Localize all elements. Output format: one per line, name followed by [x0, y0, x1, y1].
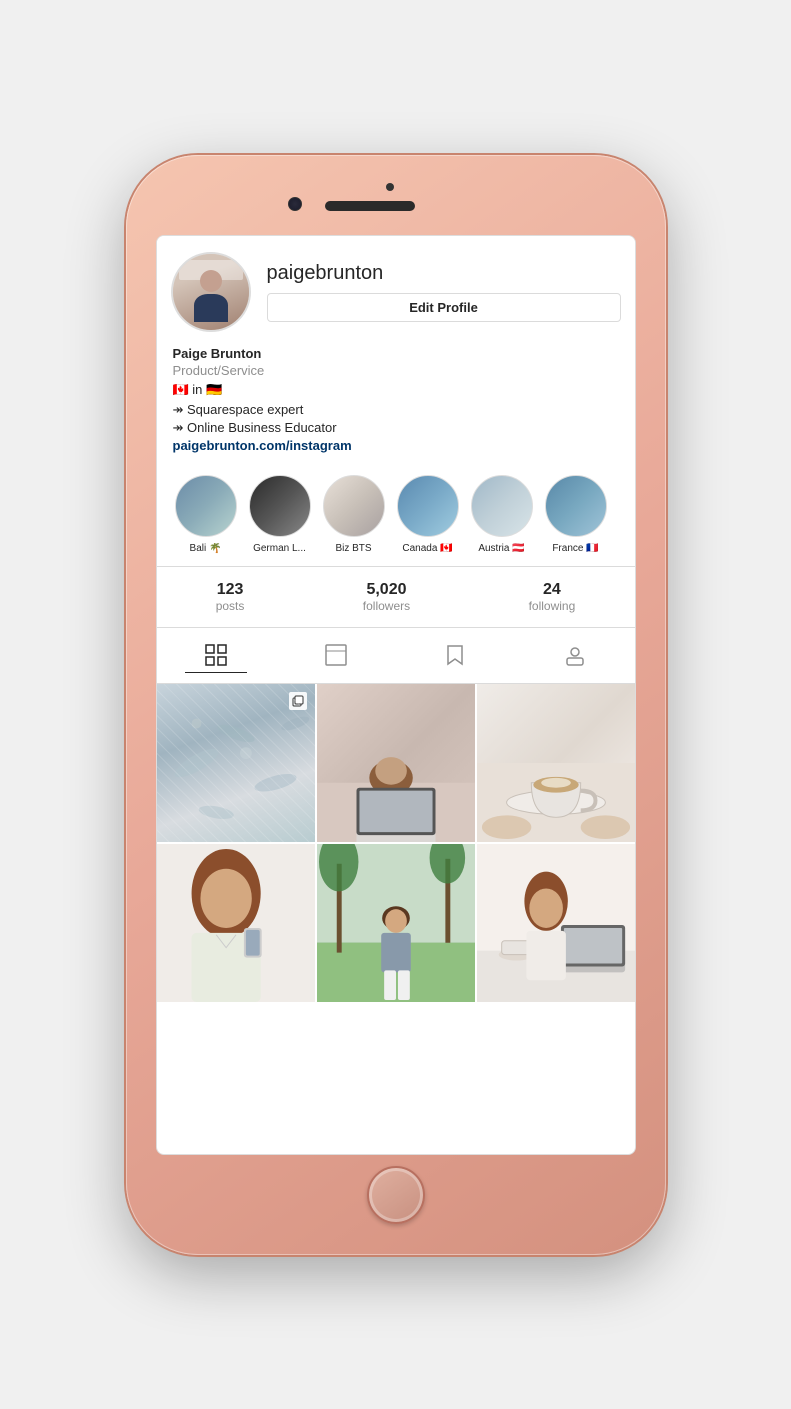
earpiece-speaker — [325, 201, 415, 211]
profile-section: paigebrunton Edit Profile Paige Brunton … — [157, 236, 635, 566]
highlight-label-bali: Bali 🌴 — [190, 543, 222, 554]
highlight-bali[interactable]: Bali 🌴 — [175, 475, 237, 554]
following-label: following — [529, 599, 576, 613]
tab-feed[interactable] — [305, 638, 367, 672]
photo-1-decoration — [157, 684, 315, 842]
highlight-austria[interactable]: Austria 🇦🇹 — [471, 475, 533, 554]
avatar[interactable] — [171, 252, 251, 332]
edit-profile-button[interactable]: Edit Profile — [267, 293, 621, 322]
home-button[interactable] — [367, 1166, 425, 1224]
highlight-german[interactable]: German L... — [249, 475, 311, 554]
stat-posts: 123 posts — [216, 581, 245, 613]
photo-6-scene — [477, 844, 635, 1002]
phone-wrapper: paigebrunton Edit Profile Paige Brunton … — [0, 0, 791, 1409]
highlight-circle-austria — [471, 475, 533, 537]
curved-arrow-decoration — [631, 316, 635, 386]
grid-icon — [205, 644, 227, 666]
bio-full-name: Paige Brunton — [173, 346, 619, 361]
avatar-head — [200, 270, 222, 292]
multi-photo-icon — [289, 692, 307, 710]
followers-count: 5,020 — [366, 581, 406, 599]
highlights-row: Bali 🌴 German L... Biz BTS Canada — [171, 467, 621, 566]
following-count: 24 — [543, 581, 561, 599]
stats-row: 123 posts 5,020 followers 24 following — [157, 566, 635, 628]
photo-4-scene — [157, 844, 315, 1002]
grid-photo-6[interactable] — [477, 844, 635, 1002]
stat-following[interactable]: 24 following — [529, 581, 576, 613]
username-block: paigebrunton Edit Profile — [267, 262, 621, 322]
avatar-person-silhouette — [194, 270, 228, 322]
highlight-biz[interactable]: Biz BTS — [323, 475, 385, 554]
tab-saved[interactable] — [424, 638, 486, 672]
content-tab-bar — [157, 628, 635, 684]
grid-photo-3[interactable] — [477, 684, 635, 842]
bio-line-2: ↠ Online Business Educator — [173, 420, 619, 436]
highlight-canada[interactable]: Canada 🇨🇦 — [397, 475, 459, 554]
phone-bottom-bar — [140, 1155, 652, 1235]
bio-link[interactable]: paigebrunton.com/instagram — [173, 438, 619, 453]
phone-top-bar — [140, 175, 652, 235]
grid-photo-4[interactable] — [157, 844, 315, 1002]
highlight-circle-france — [545, 475, 607, 537]
phone-body: paigebrunton Edit Profile Paige Brunton … — [126, 155, 666, 1255]
bio-section: Paige Brunton Product/Service 🇨🇦 in 🇩🇪 ↠… — [171, 346, 621, 453]
username-text: paigebrunton — [267, 262, 621, 285]
avatar-body — [194, 294, 228, 322]
photo-grid — [157, 684, 635, 1002]
person-tag-icon — [564, 644, 586, 666]
highlight-france[interactable]: France 🇫🇷 — [545, 475, 607, 554]
highlight-label-canada: Canada 🇨🇦 — [402, 543, 452, 554]
tab-grid[interactable] — [185, 638, 247, 673]
grid-photo-2[interactable] — [317, 684, 475, 842]
posts-label: posts — [216, 599, 245, 613]
posts-count: 123 — [217, 581, 244, 599]
followers-label: followers — [363, 599, 410, 613]
highlight-circle-bali — [175, 475, 237, 537]
grid-photo-5[interactable] — [317, 844, 475, 1002]
bio-category: Product/Service — [173, 363, 619, 378]
phone-screen: paigebrunton Edit Profile Paige Brunton … — [156, 235, 636, 1155]
front-sensor — [386, 183, 394, 191]
layers-icon — [292, 695, 304, 707]
highlight-label-german: German L... — [253, 543, 306, 554]
photo-5-scene — [317, 844, 475, 1002]
highlight-circle-german — [249, 475, 311, 537]
highlight-label-france: France 🇫🇷 — [552, 543, 598, 554]
tab-tagged[interactable] — [544, 638, 606, 672]
photo-2-scene — [317, 684, 475, 842]
stat-followers[interactable]: 5,020 followers — [363, 581, 410, 613]
highlight-label-biz: Biz BTS — [335, 543, 371, 554]
profile-header: paigebrunton Edit Profile — [171, 252, 621, 332]
photo-3-scene — [477, 684, 635, 842]
bio-location: 🇨🇦 in 🇩🇪 — [173, 382, 619, 398]
highlight-circle-canada — [397, 475, 459, 537]
highlight-label-austria: Austria 🇦🇹 — [478, 543, 524, 554]
feed-icon — [325, 644, 347, 666]
bookmark-icon — [444, 644, 466, 666]
bio-line-1: ↠ Squarespace expert — [173, 402, 619, 418]
instagram-scroll-area[interactable]: paigebrunton Edit Profile Paige Brunton … — [157, 236, 635, 1154]
front-camera — [288, 197, 302, 211]
grid-photo-1[interactable] — [157, 684, 315, 842]
avatar-image — [173, 254, 249, 330]
highlight-circle-biz — [323, 475, 385, 537]
